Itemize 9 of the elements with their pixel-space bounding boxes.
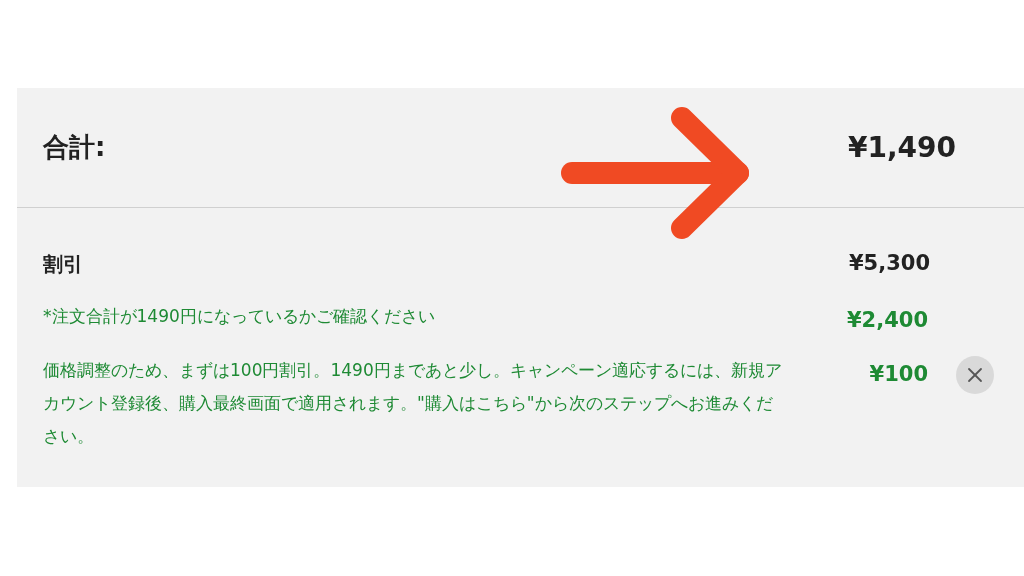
remove-button[interactable]	[956, 355, 994, 394]
discount-line-amount: ¥2,400	[846, 306, 928, 334]
discount-description: 価格調整のため、まずは100円割引。1490円まであと少し。キャンペーン適応するには、新規アカウント登録後、購入最終画面で適用されます。"購入はこちら"から次のステップへお進みください。	[43, 358, 783, 448]
total-label: 合計:	[43, 131, 106, 164]
discount-label: 割引	[43, 250, 83, 278]
discount-description: *注文合計が1490円になっているかご確認ください	[43, 304, 436, 328]
discount-line-amount: ¥100	[869, 360, 928, 388]
discount-amount: ¥5,300	[848, 250, 930, 277]
total-amount: ¥1,490	[847, 129, 956, 166]
